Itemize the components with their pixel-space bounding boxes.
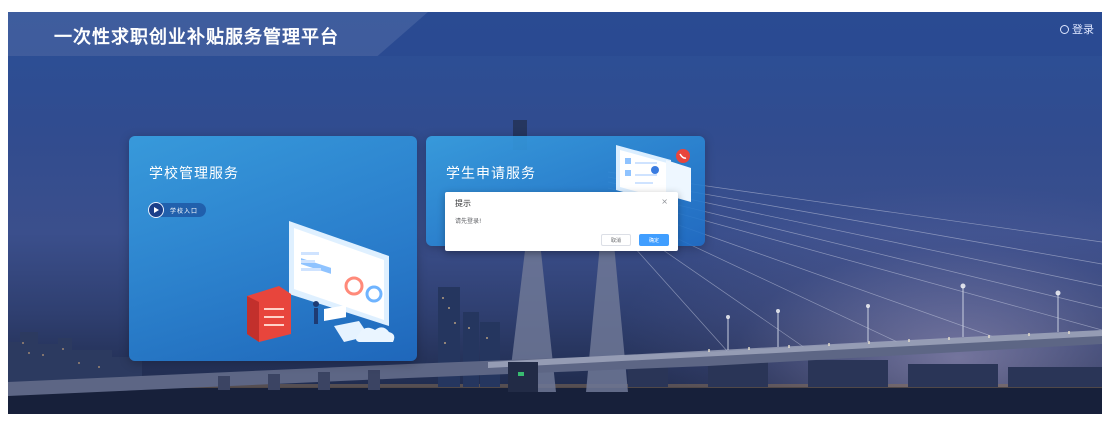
student-card-title: 学生申请服务	[446, 166, 536, 182]
play-icon	[148, 202, 164, 218]
dialog-title: 提示	[455, 199, 471, 208]
user-circle-icon	[1060, 24, 1069, 34]
login-label: 登录	[1072, 23, 1094, 36]
school-card-title: 学校管理服务	[149, 166, 239, 182]
school-service-card[interactable]: 学校管理服务 学校入口	[129, 136, 417, 361]
confirm-button[interactable]: 确定	[639, 234, 669, 246]
page-title: 一次性求职创业补贴服务管理平台	[54, 27, 339, 48]
school-entry-label: 学校入口	[170, 207, 199, 215]
close-icon[interactable]: ×	[661, 197, 668, 206]
school-entry-button[interactable]: 学校入口	[148, 202, 207, 218]
login-prompt-dialog: 提示 × 请先登录! 取消 确定	[445, 192, 678, 251]
corner-dot	[1091, 403, 1097, 409]
school-illustration-icon	[247, 221, 395, 342]
login-link[interactable]: 登录	[1060, 21, 1094, 37]
cancel-button[interactable]: 取消	[601, 234, 631, 246]
dialog-message: 请先登录!	[455, 218, 482, 225]
